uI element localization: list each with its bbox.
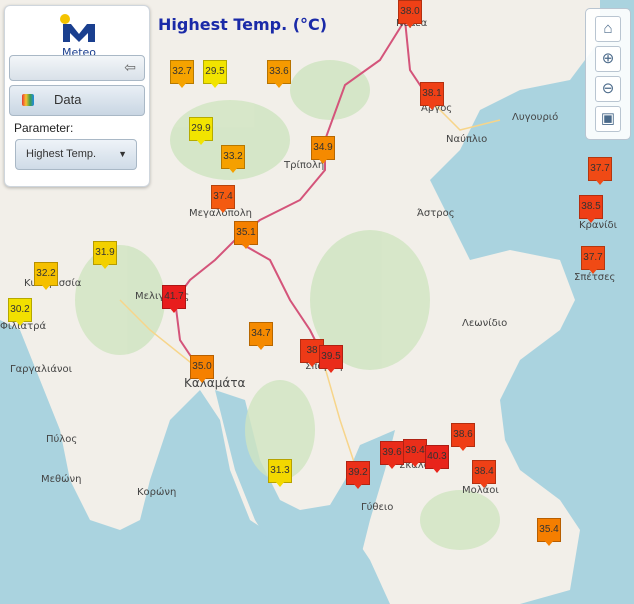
temperature-marker[interactable]: 39.6	[380, 441, 404, 469]
temperature-marker[interactable]: 39.5	[319, 345, 343, 373]
parameter-select[interactable]: Highest Temp. ▼	[15, 139, 137, 170]
temperature-marker[interactable]: 41.7	[162, 285, 186, 313]
temperature-marker[interactable]: 38.4	[472, 460, 496, 488]
fullscreen-icon: ▣	[600, 110, 616, 127]
temperature-marker[interactable]: 33.2	[221, 145, 245, 173]
data-button[interactable]: Data	[9, 85, 145, 116]
parameter-value: Highest Temp.	[26, 148, 97, 160]
control-panel: Meteo ⇦ Data Parameter: Highest Temp. ▼	[4, 5, 150, 187]
place-label: Κρανίδι	[579, 220, 617, 231]
temperature-marker[interactable]: 35.1	[234, 221, 258, 249]
temperature-marker[interactable]: 38.1	[420, 82, 444, 110]
collapse-panel-button[interactable]: ⇦	[9, 55, 145, 81]
temperature-marker[interactable]: 32.2	[34, 262, 58, 290]
temperature-marker[interactable]: 38.0	[398, 0, 422, 28]
data-button-label: Data	[54, 92, 82, 107]
temperature-marker[interactable]: 31.9	[93, 241, 117, 269]
map-tools: ⌂ ⊕ ⊖ ▣	[585, 8, 631, 140]
place-label: Μεθώνη	[41, 474, 82, 485]
zoom-out-button[interactable]: ⊖	[595, 76, 621, 102]
zoom-in-icon: ⊕	[601, 50, 615, 67]
place-label: Λυγουριό	[512, 112, 559, 123]
palette-icon	[22, 94, 34, 106]
temperature-marker[interactable]: 35.4	[537, 518, 561, 546]
meteo-logo: Meteo	[57, 12, 101, 59]
place-label: Ναύπλιο	[446, 134, 488, 145]
home-icon: ⌂	[603, 20, 613, 37]
chevron-down-icon: ▼	[118, 149, 127, 159]
temperature-marker[interactable]: 37.7	[588, 157, 612, 185]
arrow-left-icon: ⇦	[124, 59, 136, 75]
fullscreen-button[interactable]: ▣	[595, 106, 621, 132]
temperature-marker[interactable]: 35.0	[190, 355, 214, 383]
temperature-marker[interactable]: 38.5	[579, 195, 603, 223]
temperature-marker[interactable]: 40.3	[425, 445, 449, 473]
temperature-marker[interactable]: 30.2	[8, 298, 32, 326]
temperature-marker[interactable]: 29.5	[203, 60, 227, 88]
home-button[interactable]: ⌂	[595, 16, 621, 42]
map-title: Highest Temp. (°C)	[158, 15, 328, 34]
temperature-marker[interactable]: 34.9	[311, 136, 335, 164]
temperature-marker[interactable]: 29.9	[189, 117, 213, 145]
place-label: Κορώνη	[137, 487, 177, 498]
temperature-marker[interactable]: 34.7	[249, 322, 273, 350]
zoom-out-icon: ⊖	[601, 80, 615, 97]
parameter-label: Parameter:	[14, 121, 74, 135]
zoom-in-button[interactable]: ⊕	[595, 46, 621, 72]
place-label: Λεωνίδιο	[462, 318, 508, 329]
place-label: Γαργαλιάνοι	[10, 364, 73, 375]
place-label: Γύθειο	[361, 502, 394, 513]
place-label: Άστρος	[417, 208, 455, 219]
temperature-marker[interactable]: 39.4	[403, 439, 427, 467]
temperature-marker[interactable]: 31.3	[268, 459, 292, 487]
temperature-marker[interactable]: 38.6	[451, 423, 475, 451]
temperature-marker[interactable]: 37.7	[581, 246, 605, 274]
place-label: Πύλος	[46, 434, 78, 445]
temperature-marker[interactable]: 39.2	[346, 461, 370, 489]
temperature-marker[interactable]: 33.6	[267, 60, 291, 88]
temperature-marker[interactable]: 37.4	[211, 185, 235, 213]
temperature-marker[interactable]: 32.7	[170, 60, 194, 88]
